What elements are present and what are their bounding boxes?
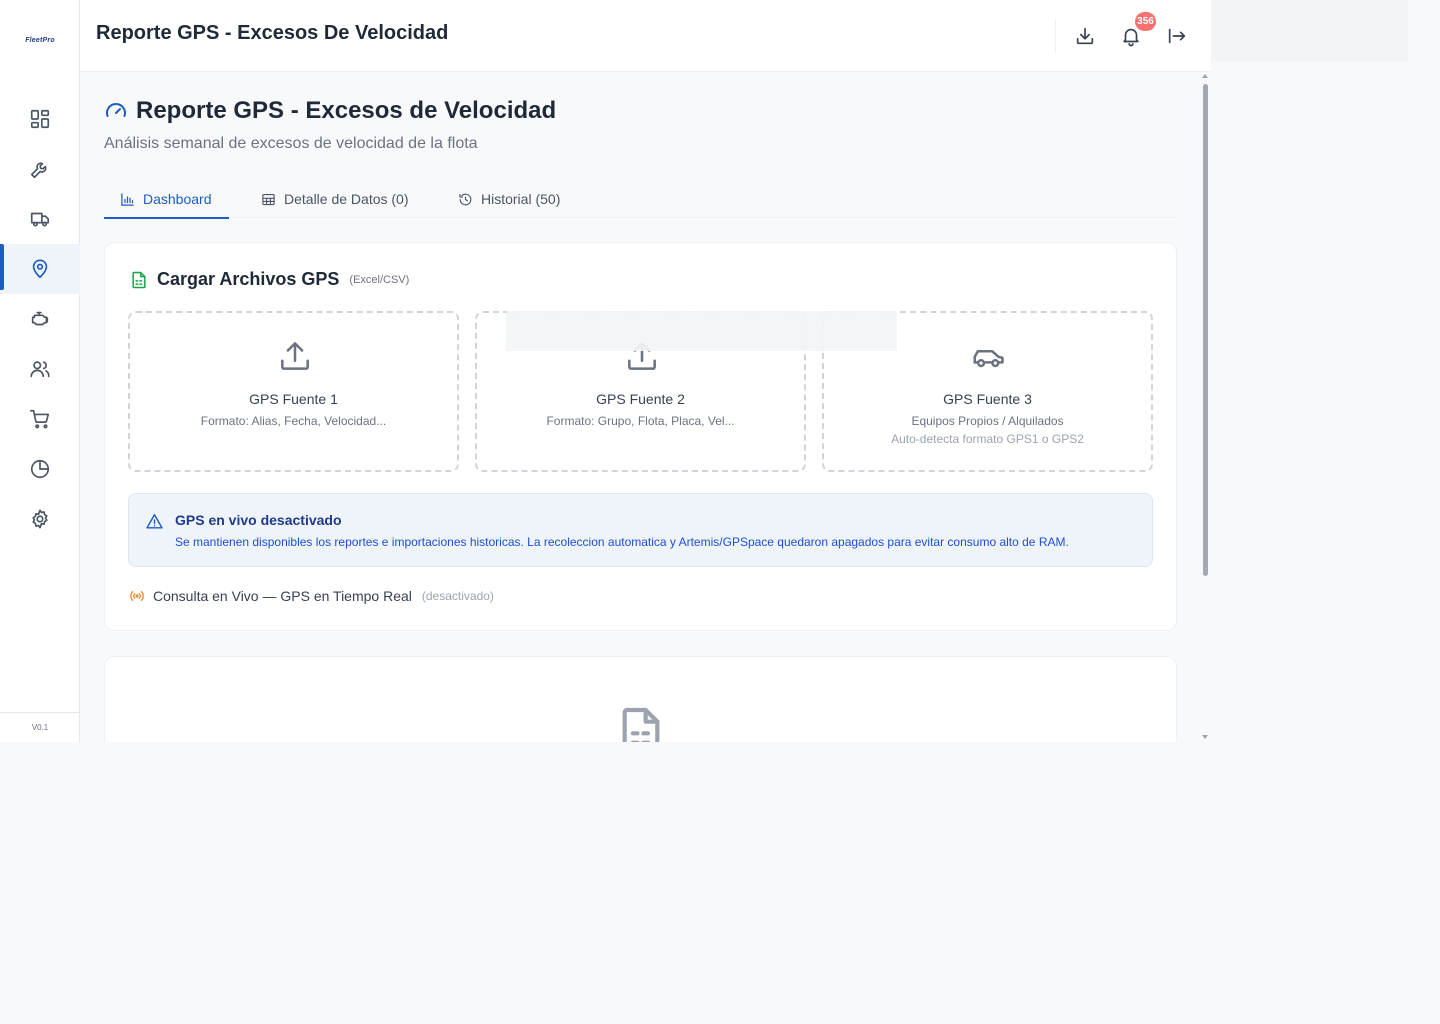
speedometer-icon (106, 103, 126, 117)
upload-card: Cargar Archivos GPS (Excel/CSV) GPS Fuen… (104, 242, 1177, 631)
upload-format: Formato: Alias, Fecha, Velocidad... (200, 414, 387, 428)
empty-state-card (104, 656, 1177, 742)
gear-icon (32, 509, 48, 529)
grid-icon (30, 109, 50, 129)
tab-dashboard[interactable]: Dashboard (104, 180, 229, 219)
page-title-text: Reporte GPS - Excesos de Velocidad (136, 97, 557, 124)
sidebar-item-gps[interactable] (0, 244, 80, 294)
truck-icon (30, 212, 50, 227)
main-content: Reporte GPS - Excesos de Velocidad Análi… (80, 72, 1199, 742)
upload-card-hint: (Excel/CSV) (349, 273, 410, 286)
background-panel (1211, 0, 1408, 61)
top-header: Reporte GPS - Excesos De Velocidad 356 (80, 0, 1211, 72)
app-version: V0.1 (0, 712, 80, 742)
header-title: Reporte GPS - Excesos De Velocidad (96, 22, 449, 44)
tab-label: Detalle de Datos (0) (284, 191, 409, 207)
tab-detalle-de-datos[interactable]: Detalle de Datos (0) (261, 180, 409, 218)
history-icon (459, 193, 472, 205)
sidebar-item-compras[interactable] (0, 394, 80, 444)
broadcast-icon (130, 591, 144, 601)
main-scrollbar[interactable] (1199, 72, 1211, 742)
download-icon (1076, 27, 1094, 45)
gps-live-alert: GPS en vivo desactivado Se mantienen dis… (128, 493, 1153, 567)
upload-card-title: Cargar Archivos GPS (157, 269, 340, 289)
sidebar-item-vehiculos[interactable] (0, 194, 80, 244)
upload-title: GPS Fuente 1 (249, 391, 338, 407)
upload-icon (281, 342, 309, 370)
scroll-thumb[interactable] (1203, 84, 1208, 576)
logo-text: FleetPro (25, 36, 55, 44)
tab-label: Dashboard (143, 191, 212, 207)
scroll-up-arrow[interactable] (1202, 74, 1208, 78)
sidebar: FleetPro V0.1 (0, 0, 80, 742)
tab-label: Historial (50) (481, 191, 561, 207)
header-divider (1055, 20, 1056, 52)
live-query-state: (desactivado) (421, 589, 494, 603)
users-icon (30, 361, 50, 378)
pie-chart-icon (30, 459, 50, 479)
upload-format: Formato: Grupo, Flota, Placa, Vel... (546, 414, 735, 428)
notification-badge: 356 (1135, 12, 1156, 31)
logout-icon (1168, 28, 1186, 44)
spreadsheet-file-icon (132, 271, 146, 288)
warning-icon (146, 514, 163, 529)
upload-format: Equipos Propios / Alquilados (911, 414, 1064, 428)
map-pin-icon (32, 259, 48, 279)
bar-chart-icon (121, 192, 134, 206)
loading-overlay (506, 311, 897, 351)
car-icon (973, 349, 1004, 368)
logout-button[interactable] (1163, 22, 1191, 50)
table-icon (262, 193, 275, 205)
alert-text: Se mantienen disponibles los reportes e … (175, 535, 1069, 549)
sidebar-item-configuracion[interactable] (0, 494, 80, 544)
tab-historial[interactable]: Historial (50) (458, 180, 560, 218)
sidebar-item-dashboard[interactable] (0, 94, 80, 144)
sidebar-item-reportes[interactable] (0, 444, 80, 494)
live-query-toggle[interactable]: Consulta en Vivo — GPS en Tiempo Real (d… (129, 588, 494, 604)
upload-format-note: Auto-detecta formato GPS1 o GPS2 (891, 432, 1084, 446)
tab-bar: Dashboard Detalle de Datos (0) Historial… (104, 180, 1177, 219)
sidebar-item-mantenimiento[interactable] (0, 144, 80, 194)
sidebar-item-usuarios[interactable] (0, 344, 80, 394)
upload-gps-fuente-1[interactable]: GPS Fuente 1 Formato: Alias, Fecha, Velo… (128, 311, 459, 472)
page-title: Reporte GPS - Excesos de Velocidad (104, 97, 556, 125)
upload-title: GPS Fuente 3 (943, 391, 1032, 407)
alert-title: GPS en vivo desactivado (175, 512, 342, 528)
download-button[interactable] (1071, 22, 1099, 50)
scroll-down-arrow[interactable] (1202, 735, 1208, 739)
page-subtitle: Análisis semanal de excesos de velocidad… (104, 135, 478, 152)
app-window: FleetPro V0.1 Reporte GPS - Excesos De V… (0, 0, 1211, 742)
upload-title: GPS Fuente 2 (596, 391, 685, 407)
upload-card-header: Cargar Archivos GPS (Excel/CSV) (129, 269, 409, 290)
wrench-icon (30, 162, 47, 179)
empty-file-icon (622, 707, 660, 742)
sidebar-item-motor[interactable] (0, 294, 80, 344)
live-query-label: Consulta en Vivo — GPS en Tiempo Real (153, 588, 412, 604)
cart-icon (30, 409, 50, 429)
logo[interactable]: FleetPro (0, 0, 80, 80)
sidebar-nav (0, 94, 80, 544)
engine-icon (31, 311, 49, 326)
